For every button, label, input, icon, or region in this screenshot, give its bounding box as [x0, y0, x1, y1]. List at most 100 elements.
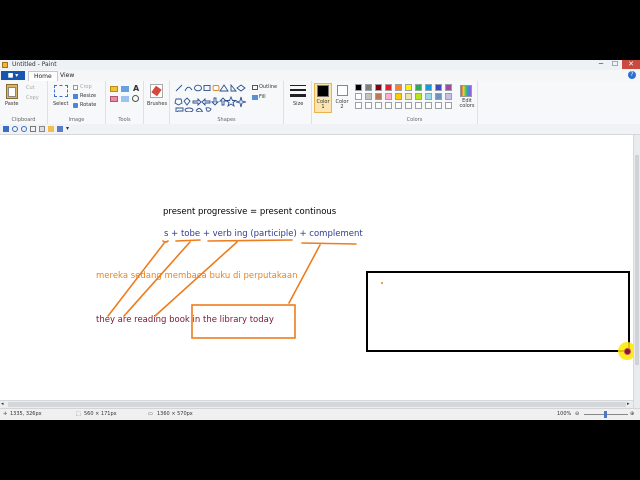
- tab-view[interactable]: View: [55, 71, 79, 81]
- palette-swatch[interactable]: [405, 102, 412, 109]
- copy-button[interactable]: Copy: [26, 95, 39, 101]
- tools-group: A Tools: [106, 81, 144, 124]
- customize-qat-icon[interactable]: ▾: [66, 125, 69, 132]
- palette-swatch[interactable]: [375, 102, 382, 109]
- palette-swatch[interactable]: [375, 93, 382, 100]
- color2-label: Color 2: [335, 99, 349, 110]
- palette-swatch[interactable]: [445, 84, 452, 91]
- canvas-formula-text: s + tobe + verb ing (participle) + compl…: [164, 229, 363, 239]
- vertical-scrollbar[interactable]: [633, 135, 640, 408]
- scroll-left-arrow-icon[interactable]: ◂: [1, 401, 4, 407]
- color-picker-icon[interactable]: [121, 96, 129, 102]
- save-icon[interactable]: [3, 126, 9, 132]
- palette-swatch[interactable]: [365, 84, 372, 91]
- rotate-button[interactable]: Rotate: [80, 102, 96, 108]
- select-icon: [54, 85, 68, 97]
- canvas-english-start: they are reading book: [96, 315, 193, 325]
- cursor-position: 1335, 326px: [10, 411, 42, 417]
- size-line-1: [290, 85, 306, 86]
- status-bar: ✛ 1335, 326px ⬚ 560 × 171px ▭ 1360 × 570…: [0, 408, 640, 420]
- selection-size-icon: ⬚: [76, 411, 81, 417]
- palette-swatch[interactable]: [445, 93, 452, 100]
- resize-button[interactable]: Resize: [80, 93, 96, 99]
- redo-icon[interactable]: [21, 126, 27, 132]
- palette-swatch[interactable]: [435, 102, 442, 109]
- paste-paper-icon: [8, 87, 16, 97]
- file-menu-button[interactable]: ■ ▾: [1, 71, 25, 80]
- brushes-button[interactable]: Brushes: [147, 101, 167, 107]
- fill-dropdown[interactable]: Fill: [259, 94, 266, 100]
- palette-swatch[interactable]: [365, 102, 372, 109]
- paste-button[interactable]: Paste: [5, 101, 19, 107]
- undo-icon[interactable]: [12, 126, 18, 132]
- resize-icon: [73, 94, 78, 99]
- vertical-scroll-thumb[interactable]: [635, 155, 639, 365]
- canvas-indonesian-text: mereka sedang membaca buku di perputakaa…: [96, 271, 298, 281]
- close-button[interactable]: ✕: [622, 60, 640, 69]
- outline-dropdown[interactable]: Outline: [259, 84, 277, 90]
- palette-swatch[interactable]: [415, 102, 422, 109]
- size-button[interactable]: Size: [293, 101, 303, 107]
- palette-swatch[interactable]: [425, 102, 432, 109]
- pencil-icon[interactable]: [110, 86, 118, 92]
- page-setup-icon[interactable]: [39, 126, 45, 132]
- minimize-button[interactable]: ─: [594, 60, 608, 69]
- zoom-slider-thumb[interactable]: [604, 411, 607, 418]
- zoom-level: 100%: [557, 411, 572, 417]
- drawing-canvas[interactable]: present progressive = present continous …: [0, 135, 640, 408]
- magnifier-icon[interactable]: [132, 95, 139, 102]
- canvas-english-boxed: in the library today: [192, 315, 274, 325]
- palette-swatch[interactable]: [425, 84, 432, 91]
- maximize-button[interactable]: ☐: [608, 60, 622, 69]
- outline-icon: [252, 85, 258, 90]
- print-preview-icon[interactable]: [30, 126, 36, 132]
- palette-swatch[interactable]: [385, 93, 392, 100]
- palette-swatch[interactable]: [375, 84, 382, 91]
- properties-icon[interactable]: [57, 126, 63, 132]
- tab-home[interactable]: Home: [28, 71, 58, 81]
- brushes-group: Brushes: [144, 81, 170, 124]
- palette-swatch[interactable]: [355, 102, 362, 109]
- horizontal-scrollbar[interactable]: ◂ ▸: [0, 400, 633, 408]
- image-group: Select Crop Resize Rotate Image: [48, 81, 106, 124]
- palette-swatch[interactable]: [365, 93, 372, 100]
- fill-bucket-icon[interactable]: [121, 86, 129, 92]
- palette-swatch[interactable]: [445, 102, 452, 109]
- palette-swatch[interactable]: [355, 84, 362, 91]
- horizontal-scroll-thumb[interactable]: [8, 402, 626, 407]
- palette-swatch[interactable]: [395, 102, 402, 109]
- palette-swatch[interactable]: [435, 93, 442, 100]
- palette-swatch[interactable]: [415, 84, 422, 91]
- palette-swatch[interactable]: [425, 93, 432, 100]
- palette-swatch[interactable]: [415, 93, 422, 100]
- cursor-pointer-icon: [624, 348, 631, 355]
- palette-swatch[interactable]: [435, 84, 442, 91]
- zoom-in-button[interactable]: ⊕: [630, 411, 634, 417]
- select-button[interactable]: Select: [53, 101, 68, 107]
- zoom-out-button[interactable]: ⊖: [575, 411, 579, 417]
- size-line-3: [290, 94, 306, 97]
- text-tool-button[interactable]: A: [133, 84, 139, 93]
- underline-tobe: [175, 239, 201, 242]
- underline-s: [162, 240, 169, 243]
- rotate-icon: [73, 103, 78, 108]
- drawn-rectangle: [366, 271, 630, 352]
- palette-swatch[interactable]: [355, 93, 362, 100]
- crop-button[interactable]: Crop: [80, 84, 92, 90]
- palette-swatch[interactable]: [405, 84, 412, 91]
- open-icon[interactable]: [48, 126, 54, 132]
- image-size-icon: ▭: [148, 411, 153, 417]
- scroll-right-arrow-icon[interactable]: ▸: [627, 401, 630, 407]
- shapes-gallery[interactable]: [174, 84, 250, 112]
- help-icon[interactable]: ?: [628, 71, 636, 79]
- palette-swatch[interactable]: [395, 93, 402, 100]
- palette-swatch[interactable]: [385, 102, 392, 109]
- eraser-icon[interactable]: [110, 96, 118, 102]
- palette-swatch[interactable]: [385, 84, 392, 91]
- cut-button[interactable]: Cut: [26, 85, 35, 91]
- edit-colors-button[interactable]: Edit colors: [458, 99, 476, 109]
- palette-swatch[interactable]: [395, 84, 402, 91]
- palette-swatch[interactable]: [405, 93, 412, 100]
- underline-verb: [207, 239, 293, 242]
- color2-swatch[interactable]: [337, 85, 348, 96]
